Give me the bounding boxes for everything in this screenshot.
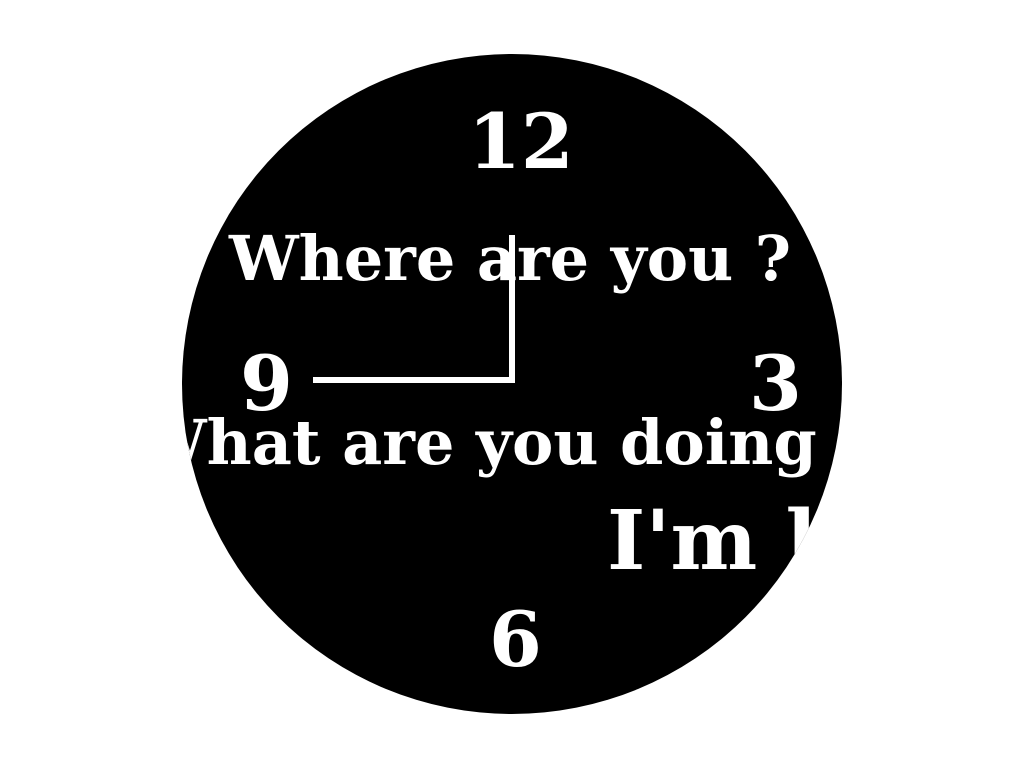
clock-hands xyxy=(313,235,515,383)
clock-face: 12 3 6 9 Where are you ? What are you do… xyxy=(182,54,842,714)
clock-artwork: 12 3 6 9 Where are you ? What are you do… xyxy=(0,0,1024,768)
